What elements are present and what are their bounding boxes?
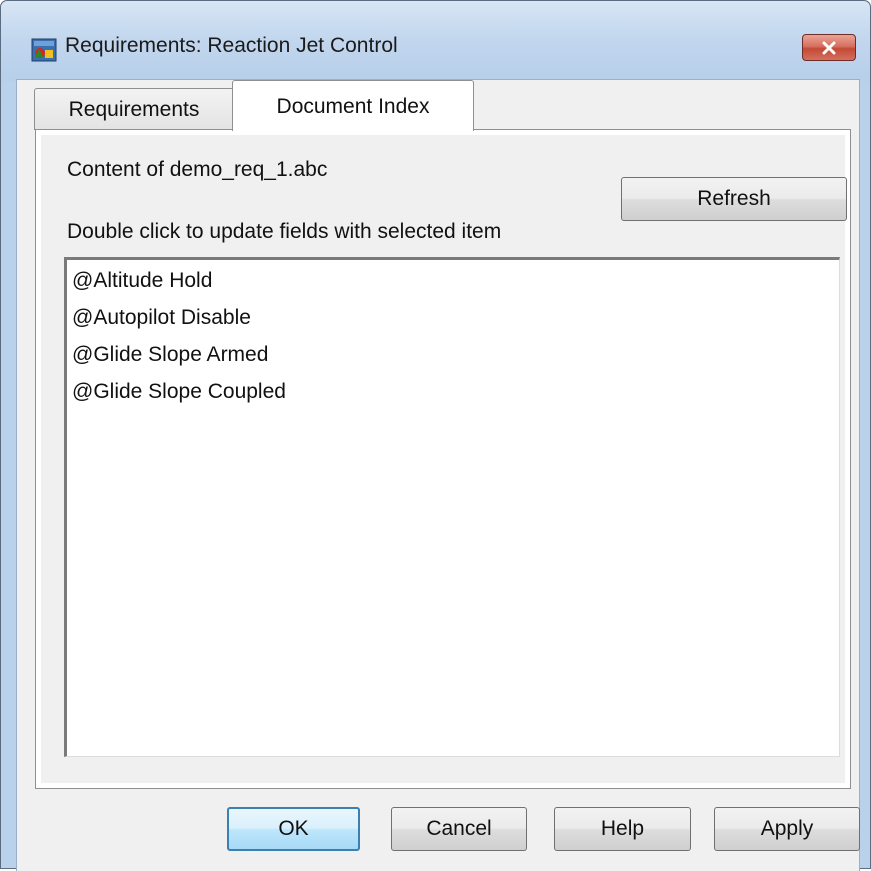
tab-document-index[interactable]: Document Index: [232, 80, 474, 131]
document-index-panel: Content of demo_req_1.abc Refresh Double…: [35, 129, 851, 789]
list-item[interactable]: @Glide Slope Armed: [67, 336, 839, 373]
close-icon: [822, 41, 836, 54]
window-title: Requirements: Reaction Jet Control: [65, 34, 398, 57]
list-items: @Altitude Hold @Autopilot Disable @Glide…: [67, 260, 839, 410]
document-items-listbox[interactable]: @Altitude Hold @Autopilot Disable @Glide…: [64, 257, 840, 757]
close-button[interactable]: [802, 34, 856, 61]
refresh-button[interactable]: Refresh: [621, 177, 847, 221]
instruction-label: Double click to update fields with selec…: [67, 220, 502, 243]
list-item[interactable]: @Glide Slope Coupled: [67, 373, 839, 410]
cancel-button[interactable]: Cancel: [391, 807, 527, 851]
ok-button[interactable]: OK: [227, 807, 360, 851]
content-of-label: Content of demo_req_1.abc: [67, 158, 328, 181]
simulink-model-icon: [31, 38, 57, 62]
list-item[interactable]: @Autopilot Disable: [67, 299, 839, 336]
title-bar[interactable]: Requirements: Reaction Jet Control: [1, 1, 870, 81]
dialog-window: Requirements: Reaction Jet Control Requi…: [0, 0, 871, 871]
panel-body: Content of demo_req_1.abc Refresh Double…: [41, 135, 847, 783]
dialog-client-area: Requirements Document Index Content of d…: [16, 79, 860, 871]
apply-button[interactable]: Apply: [714, 807, 860, 851]
list-item[interactable]: @Altitude Hold: [67, 262, 839, 299]
help-button[interactable]: Help: [554, 807, 691, 851]
tab-requirements[interactable]: Requirements: [34, 88, 234, 130]
